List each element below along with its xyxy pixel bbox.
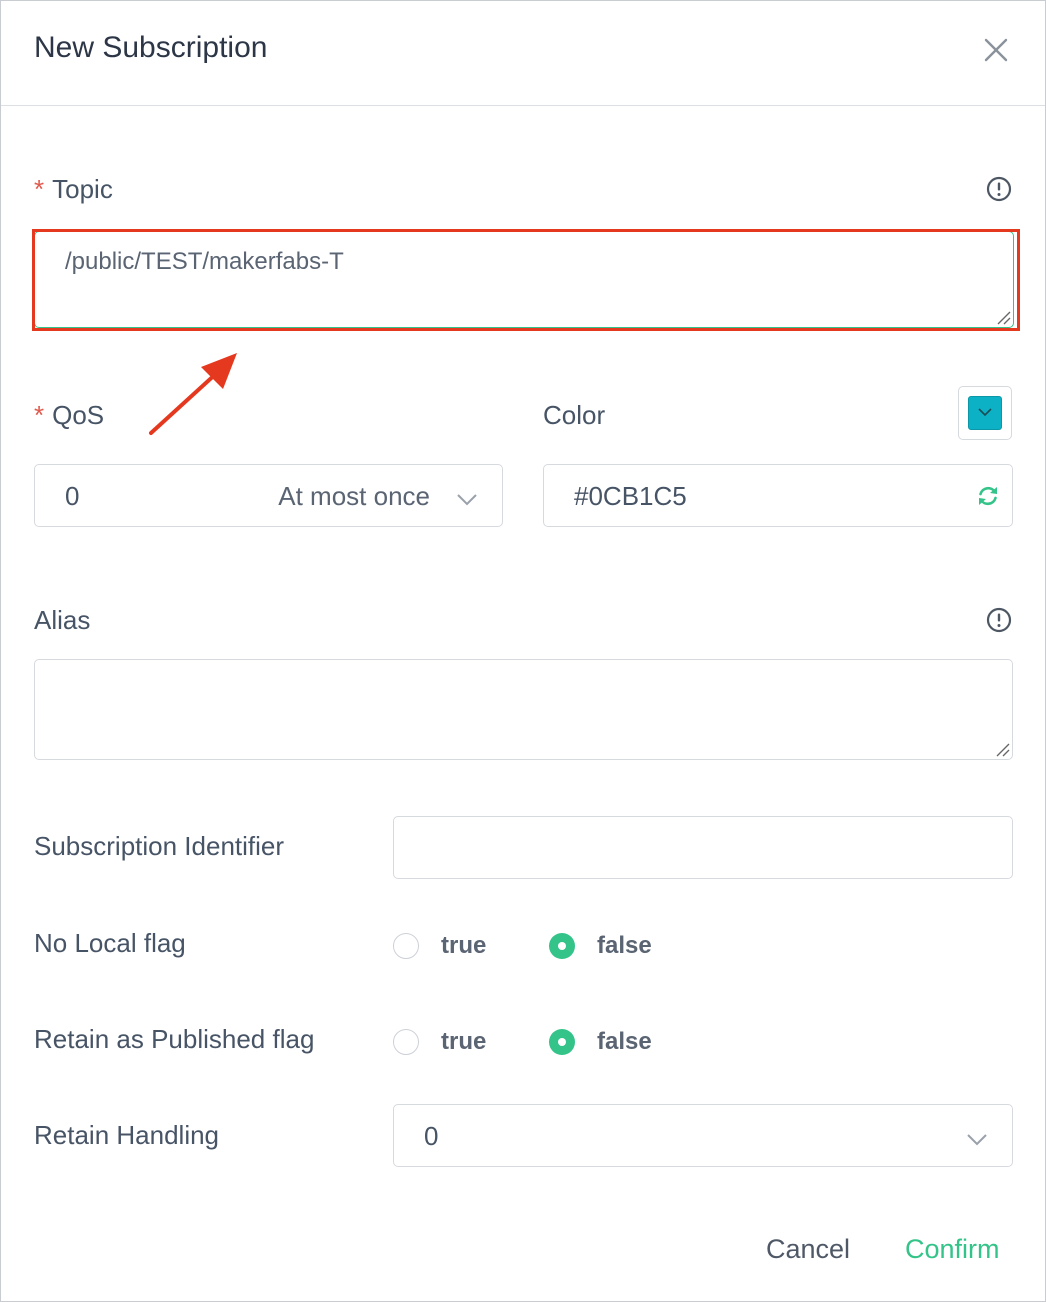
qos-select[interactable]: 0 At most once (34, 464, 503, 527)
subscription-identifier-label: Subscription Identifier (34, 831, 285, 861)
qos-description: At most once (278, 481, 430, 511)
retain-handling-value: 0 (424, 1121, 439, 1151)
close-button[interactable] (981, 35, 1011, 65)
chevron-down-icon (457, 494, 477, 506)
qos-required-mark: * (34, 400, 45, 430)
retain-as-published-false-label[interactable]: false (597, 1028, 652, 1056)
no-local-label: No Local flag (34, 928, 186, 958)
retain-handling-select[interactable]: 0 (393, 1104, 1013, 1167)
resize-grip-icon[interactable] (994, 741, 1010, 757)
alias-info-icon[interactable] (986, 607, 1012, 633)
topic-label-text: Topic (52, 174, 113, 204)
retain-as-published-label: Retain as Published flag (34, 1024, 315, 1054)
alias-textarea[interactable] (34, 659, 1013, 760)
color-label: Color (543, 400, 606, 430)
info-icon (986, 176, 1012, 202)
confirm-button[interactable]: Confirm (905, 1234, 1000, 1265)
no-local-true-label[interactable]: true (441, 932, 486, 960)
color-input[interactable]: #0CB1C5 (543, 464, 1013, 527)
no-local-false-label[interactable]: false (597, 932, 652, 960)
no-local-false-radio[interactable] (549, 933, 575, 959)
no-local-true-radio[interactable] (393, 933, 419, 959)
topic-label: * Topic (34, 174, 113, 205)
chevron-down-icon (967, 1134, 987, 1146)
refresh-icon[interactable] (976, 484, 1000, 508)
dialog-title: New Subscription (34, 31, 268, 64)
color-value: #0CB1C5 (574, 481, 687, 511)
subscription-identifier-input[interactable] (393, 816, 1013, 879)
chevron-down-icon (978, 408, 992, 417)
close-icon (984, 38, 1008, 62)
new-subscription-dialog: New Subscription * Topic /public/TEST/mak… (0, 0, 1046, 1302)
topic-required-mark: * (34, 174, 45, 204)
topic-textarea[interactable]: /public/TEST/makerfabs-T (34, 231, 1014, 328)
retain-as-published-true-radio[interactable] (393, 1029, 419, 1055)
topic-value: /public/TEST/makerfabs-T (65, 248, 344, 275)
cancel-button[interactable]: Cancel (766, 1234, 850, 1265)
color-picker-button[interactable] (958, 386, 1012, 440)
retain-as-published-true-label[interactable]: true (441, 1028, 486, 1056)
info-icon (986, 607, 1012, 633)
qos-value: 0 (65, 481, 80, 511)
retain-as-published-false-radio[interactable] (549, 1029, 575, 1055)
alias-label: Alias (34, 605, 91, 635)
dialog-header: New Subscription (1, 1, 1045, 106)
qos-label: * QoS (34, 400, 104, 431)
resize-grip-icon[interactable] (995, 309, 1011, 325)
color-swatch (968, 396, 1002, 430)
topic-info-icon[interactable] (986, 176, 1012, 202)
retain-handling-label: Retain Handling (34, 1120, 220, 1150)
annotation-arrow-icon (149, 353, 237, 435)
qos-label-text: QoS (52, 400, 105, 430)
